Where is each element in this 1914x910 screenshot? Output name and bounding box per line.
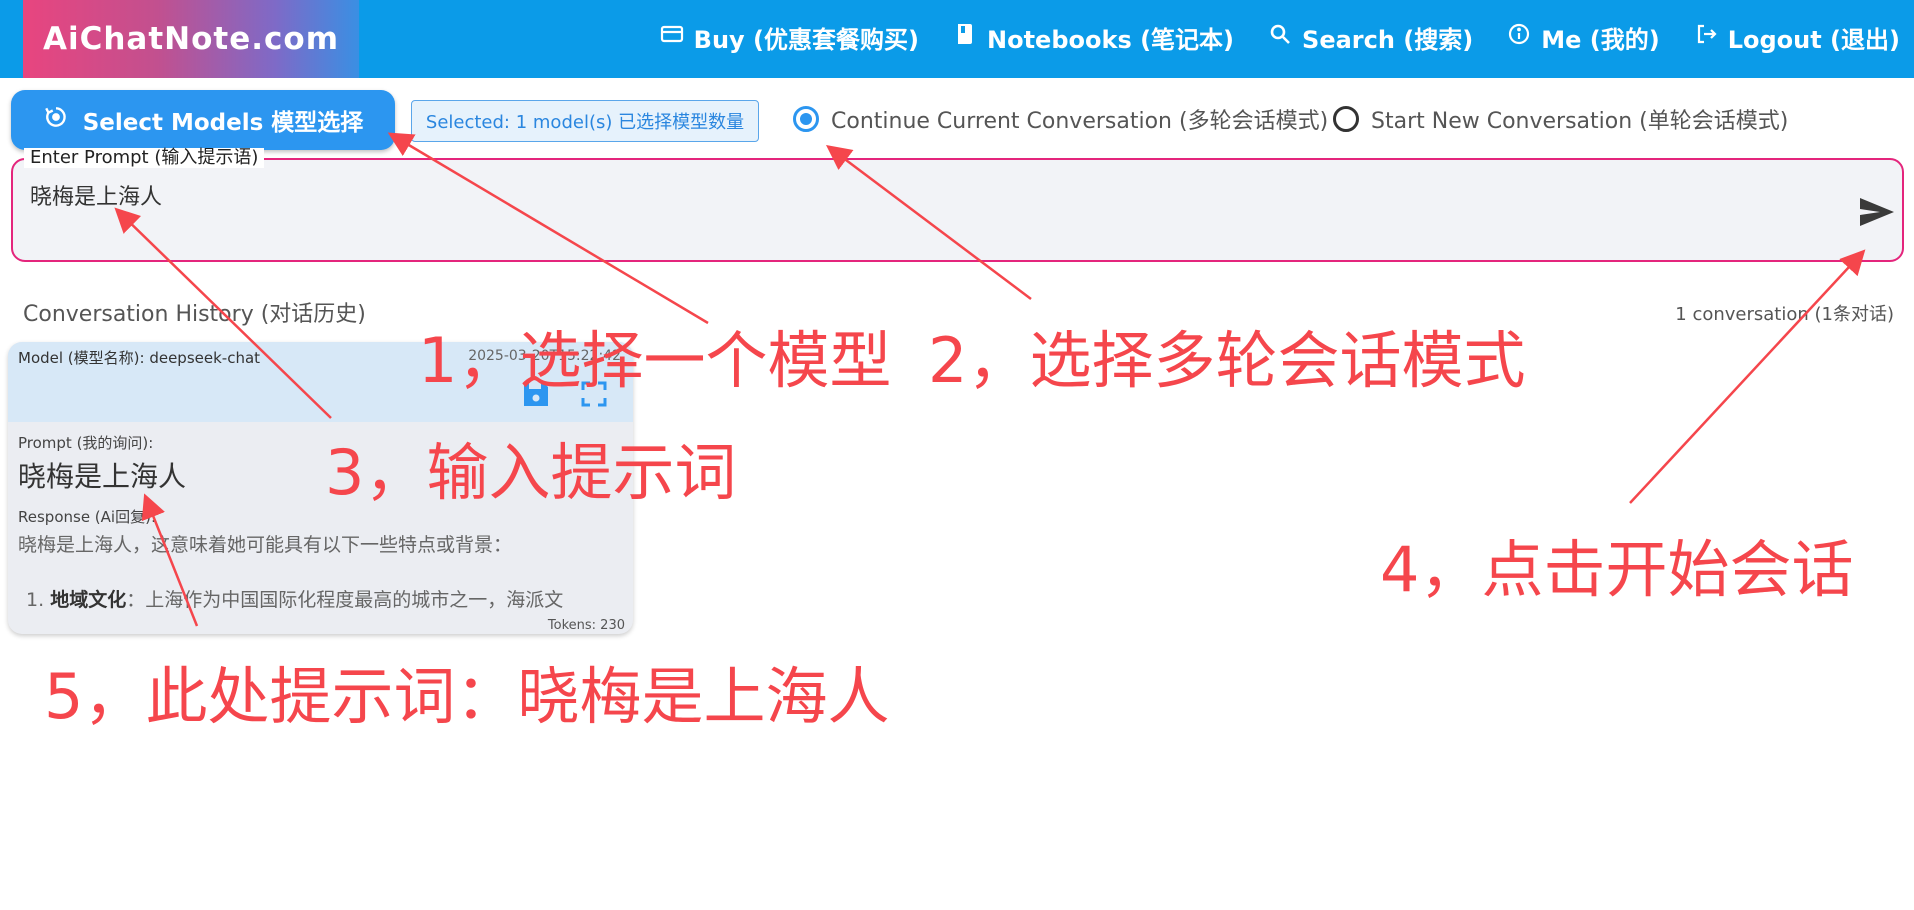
card-model: Model (模型名称): deepseek-chat xyxy=(18,349,261,367)
logout-icon xyxy=(1694,22,1718,52)
select-models-button[interactable]: Select Models 模型选择 xyxy=(11,90,395,150)
continue-conversation-option[interactable]: Continue Current Conversation (多轮会话模式) xyxy=(793,103,1328,135)
search-icon xyxy=(1268,22,1292,52)
nav-logout[interactable]: Logout (退出) xyxy=(1694,20,1900,55)
nav-me-label: Me (我的) xyxy=(1541,25,1660,54)
card-response-label: Response (Ai回复): xyxy=(18,508,156,526)
continue-label: Continue Current Conversation (多轮会话模式) xyxy=(831,109,1329,134)
prompt-value[interactable]: 晓梅是上海人 xyxy=(30,179,162,211)
card-prompt: 晓梅是上海人 xyxy=(18,460,187,493)
info-icon xyxy=(1507,22,1531,52)
annotation-5: 5，此处提示词：晓梅是上海人 xyxy=(44,660,890,733)
nav-logout-label: Logout (退出) xyxy=(1727,25,1900,54)
card-response-list-item: 1. 地域文化：上海作为中国国际化程度最高的城市之一，海派文 xyxy=(26,585,563,612)
brand-text: AiChatNote.com xyxy=(42,21,339,57)
credit-card-icon xyxy=(660,22,684,52)
annotation-1: 1，选择一个模型 xyxy=(418,324,892,397)
new-radio[interactable] xyxy=(1333,106,1359,132)
nav-buy-label: Buy (优惠套餐购买) xyxy=(693,25,919,54)
notebook-icon xyxy=(953,22,977,52)
nav-menu: Buy (优惠套餐购买) Notebooks (笔记本) Search (搜索)… xyxy=(660,0,1900,74)
history-title: Conversation History (对话历史) xyxy=(23,302,366,327)
annotation-3: 3，输入提示词 xyxy=(325,436,737,509)
new-conversation-option[interactable]: Start New Conversation (单轮会话模式) xyxy=(1333,103,1788,135)
continue-radio[interactable] xyxy=(793,106,819,132)
list-text: ：上海作为中国国际化程度最高的城市之一，海派文 xyxy=(126,589,564,611)
prompt-input[interactable] xyxy=(11,158,1904,262)
send-button[interactable] xyxy=(1858,194,1896,230)
nav-search[interactable]: Search (搜索) xyxy=(1268,20,1473,55)
nav-notebooks[interactable]: Notebooks (笔记本) xyxy=(953,20,1234,55)
annotation-4: 4，点击开始会话 xyxy=(1380,533,1854,606)
card-tokens: Tokens: 230 xyxy=(547,618,625,633)
send-icon xyxy=(1860,198,1894,226)
nav-search-label: Search (搜索) xyxy=(1302,25,1474,54)
nav-notebooks-label: Notebooks (笔记本) xyxy=(987,25,1235,54)
history-count: 1 conversation (1条对话) xyxy=(1675,304,1894,325)
nav-buy[interactable]: Buy (优惠套餐购买) xyxy=(660,20,919,55)
card-prompt-label: Prompt (我的询问): xyxy=(18,434,154,452)
model-switch-icon xyxy=(43,104,69,136)
card-response: 晓梅是上海人，这意味着她可能具有以下一些特点或背景： xyxy=(18,534,513,556)
select-models-label: Select Models 模型选择 xyxy=(82,110,364,136)
selected-models-chip: Selected: 1 model(s) 已选择模型数量 xyxy=(411,100,759,142)
arrow-4 xyxy=(1629,249,1866,504)
list-bold: 地域文化 xyxy=(50,589,127,611)
annotation-2: 2，选择多轮会话模式 xyxy=(928,324,1526,397)
top-nav-bar: AiChatNote.com Buy (优惠套餐购买) Notebooks (笔… xyxy=(0,0,1914,78)
list-number: 1. xyxy=(26,589,45,611)
new-label: Start New Conversation (单轮会话模式) xyxy=(1371,109,1789,134)
nav-me[interactable]: Me (我的) xyxy=(1507,20,1660,55)
brand-logo[interactable]: AiChatNote.com xyxy=(23,0,359,78)
prompt-label: Enter Prompt (输入提示语) xyxy=(24,148,265,168)
